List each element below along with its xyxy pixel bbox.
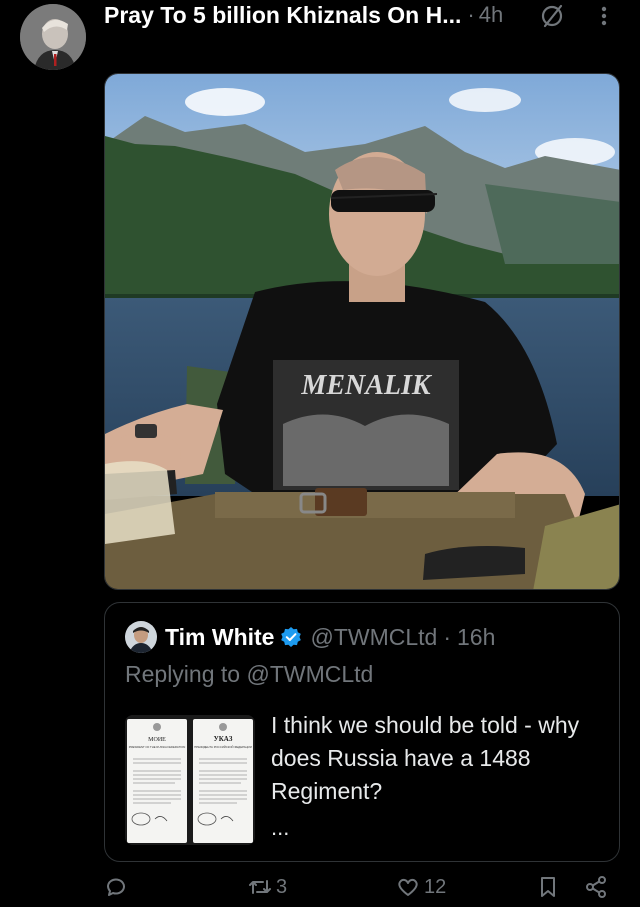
post-photo[interactable]: MENALIK — [104, 73, 620, 590]
quoted-author-name[interactable]: Tim White — [165, 624, 274, 651]
quoted-author-avatar[interactable] — [125, 621, 157, 653]
replying-to-handle[interactable]: @TWMCLtd — [246, 661, 373, 687]
more-options-icon[interactable] — [598, 2, 610, 30]
quoted-author-handle[interactable]: @TWMCLtd — [310, 624, 437, 651]
retweet-icon — [249, 880, 271, 894]
doc-right-heading: УКАЗ — [214, 735, 233, 743]
heart-icon — [398, 878, 418, 896]
share-icon — [586, 876, 606, 898]
shirt-print-text: MENALIK — [300, 370, 432, 401]
post-action-bar: 3 12 — [104, 872, 640, 904]
reply-button[interactable] — [104, 872, 128, 902]
quoted-post-text: I think we should be told - why does Rus… — [271, 712, 580, 804]
quoted-post[interactable]: Tim White @TWMCLtd · 16h Replying to @TW… — [104, 602, 620, 862]
retweet-count: 3 — [276, 875, 288, 898]
post-header: Pray To 5 billion Khiznals On H... · 4h — [104, 0, 640, 30]
doc-left-heading: МОИЕ — [148, 737, 166, 743]
retweet-button[interactable]: 3 — [248, 872, 287, 902]
quoted-separator: · — [443, 623, 451, 650]
doc-right-subtitle: ПРЕЗИДЕНТА РОССИЙСКОЙ ФЕДЕРАЦИИ — [194, 745, 251, 749]
grok-icon[interactable] — [538, 2, 566, 30]
like-count: 12 — [424, 875, 447, 898]
replying-to-label: Replying to — [125, 661, 241, 687]
reply-icon — [107, 878, 125, 896]
post-time[interactable]: 4h — [479, 2, 503, 28]
verified-badge-icon — [281, 627, 302, 647]
quoted-post-time: 16h — [457, 623, 496, 650]
author-display-name[interactable]: Pray To 5 billion Khiznals On H... — [104, 2, 461, 29]
replying-to-line: Replying to @TWMCLtd — [125, 661, 373, 688]
share-button[interactable] — [584, 872, 608, 902]
author-avatar[interactable] — [20, 4, 86, 70]
quoted-document-image[interactable]: МОИЕ УКАЗ PRESIDENT OF THE RUSSIA FEDERA… — [125, 715, 255, 845]
show-more-ellipsis[interactable]: ... — [271, 815, 289, 841]
bookmark-button[interactable] — [536, 872, 560, 902]
like-button[interactable]: 12 — [396, 872, 446, 902]
header-separator: · — [467, 2, 475, 27]
bookmark-icon — [541, 877, 555, 897]
doc-left-subtitle: PRESIDENT OF THE RUSSIA FEDERATION — [129, 745, 186, 749]
quoted-post-header: Tim White @TWMCLtd · 16h — [165, 621, 495, 653]
